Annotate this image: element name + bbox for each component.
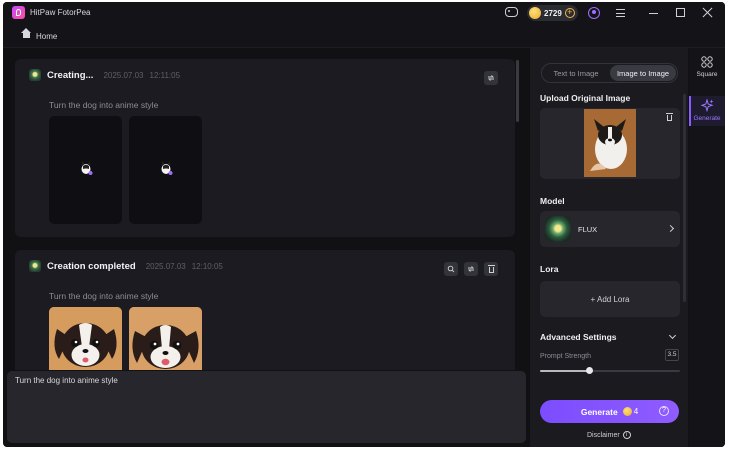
anime-dog-image xyxy=(129,307,202,370)
lora-section-label: Lora xyxy=(540,264,559,274)
slider-fill xyxy=(540,370,589,372)
sparkle-icon xyxy=(701,99,714,112)
app-window: HitPaw FotorPea 2729 + Home Creating... … xyxy=(3,2,725,447)
help-icon[interactable]: ? xyxy=(659,406,669,416)
model-thumbnail-icon xyxy=(29,69,41,81)
dog-photo-image xyxy=(584,109,636,177)
result-image[interactable] xyxy=(129,307,202,370)
nav-generate[interactable]: Generate xyxy=(689,96,725,126)
generate-cost: 4 xyxy=(633,407,639,416)
feed-scrollbar[interactable] xyxy=(516,60,519,122)
generate-button[interactable]: Generate 4 ? xyxy=(540,400,679,423)
coin-count: 2729 xyxy=(544,8,562,18)
info-icon: i xyxy=(622,431,631,439)
remove-image-icon[interactable] xyxy=(666,113,673,121)
generating-image-slot xyxy=(129,116,202,224)
breadcrumb-home[interactable]: Home xyxy=(36,32,57,41)
model-name: FLUX xyxy=(578,225,598,234)
tab-text-to-image[interactable]: Text to Image xyxy=(544,65,608,81)
upload-original-image[interactable] xyxy=(540,108,680,179)
disclaimer-link[interactable]: Disclaimer i xyxy=(587,431,631,439)
prompt-strength-value[interactable]: 3.5 xyxy=(665,349,679,361)
coin-balance-pill[interactable]: 2729 + xyxy=(527,5,578,21)
zoom-icon xyxy=(447,265,455,273)
model-section-label: Model xyxy=(540,196,565,206)
card-date: 2025.07.03 xyxy=(145,261,186,271)
creation-card: Creation completed 2025.07.03 12:10:05 T… xyxy=(15,250,515,370)
slider-handle[interactable] xyxy=(585,367,593,374)
card-prompt: Turn the dog into anime style xyxy=(49,100,159,110)
card-title: Creation completed xyxy=(47,260,136,272)
prompt-strength-label: Prompt Strength xyxy=(540,353,591,360)
prompt-input[interactable]: Turn the dog into anime style xyxy=(15,376,118,385)
delete-button[interactable] xyxy=(484,262,498,276)
zoom-button[interactable] xyxy=(444,262,458,276)
trash-icon xyxy=(487,265,495,273)
breadcrumb: Home xyxy=(3,24,725,48)
tab-image-to-image[interactable]: Image to Image xyxy=(610,65,676,81)
prompt-strength-slider[interactable] xyxy=(540,367,680,374)
coin-icon xyxy=(622,407,632,416)
refresh-icon xyxy=(487,75,495,81)
panel-scrollbar[interactable] xyxy=(683,94,686,302)
maximize-icon[interactable] xyxy=(676,8,685,17)
gamepad-icon[interactable] xyxy=(505,7,518,17)
menu-icon[interactable] xyxy=(616,9,625,17)
creation-feed[interactable]: Creating... 2025.07.03 12:11:05 Turn the… xyxy=(11,57,519,370)
close-icon[interactable] xyxy=(702,7,713,18)
grid-icon xyxy=(701,56,713,68)
generate-label: Generate xyxy=(580,406,618,417)
card-date: 2025.07.03 xyxy=(103,70,144,80)
creation-card: Creating... 2025.07.03 12:11:05 Turn the… xyxy=(15,59,515,237)
card-time: 12:10:05 xyxy=(191,261,223,271)
uploaded-dog-photo[interactable] xyxy=(584,109,636,177)
loading-dog-icon xyxy=(81,161,93,175)
title-bar: HitPaw FotorPea 2729 + xyxy=(3,2,725,24)
result-image[interactable] xyxy=(49,307,122,370)
add-lora-label: + Add Lora xyxy=(590,294,630,304)
user-account-icon[interactable] xyxy=(588,7,600,19)
card-prompt: Turn the dog into anime style xyxy=(49,291,159,301)
minimize-icon[interactable] xyxy=(649,13,658,15)
coin-icon xyxy=(529,7,541,19)
model-thumbnail-icon xyxy=(29,260,41,272)
upload-section-label: Upload Original Image xyxy=(540,93,631,103)
nav-label: Square xyxy=(696,71,718,78)
model-thumbnail xyxy=(545,216,571,242)
app-logo-icon xyxy=(12,6,25,19)
chevron-down-icon[interactable] xyxy=(668,331,677,340)
refresh-icon xyxy=(467,266,475,272)
disclaimer-label: Disclaimer xyxy=(587,431,620,439)
nav-square[interactable]: Square xyxy=(689,52,725,82)
generating-image-slot xyxy=(49,116,122,224)
home-icon[interactable] xyxy=(21,28,31,40)
nav-label: Generate xyxy=(693,115,721,122)
regenerate-button[interactable] xyxy=(484,71,498,85)
card-time: 12:11:05 xyxy=(149,70,181,80)
loading-dog-icon xyxy=(161,161,173,175)
anime-dog-image xyxy=(49,307,122,370)
add-lora-button[interactable]: + Add Lora xyxy=(540,281,680,317)
chevron-right-icon xyxy=(666,224,675,233)
regenerate-button[interactable] xyxy=(464,262,478,276)
settings-panel: Text to Image Image to Image Upload Orig… xyxy=(530,48,688,447)
app-title: HitPaw FotorPea xyxy=(30,8,91,17)
add-coins-icon[interactable]: + xyxy=(564,8,575,18)
right-navigation: Square Generate xyxy=(689,48,725,447)
prompt-input-area[interactable]: Turn the dog into anime style xyxy=(7,371,526,443)
card-title: Creating... xyxy=(47,69,94,81)
model-selector[interactable]: FLUX xyxy=(540,211,680,247)
mode-tabs: Text to Image Image to Image xyxy=(541,63,678,83)
advanced-settings-label[interactable]: Advanced Settings xyxy=(540,332,617,342)
